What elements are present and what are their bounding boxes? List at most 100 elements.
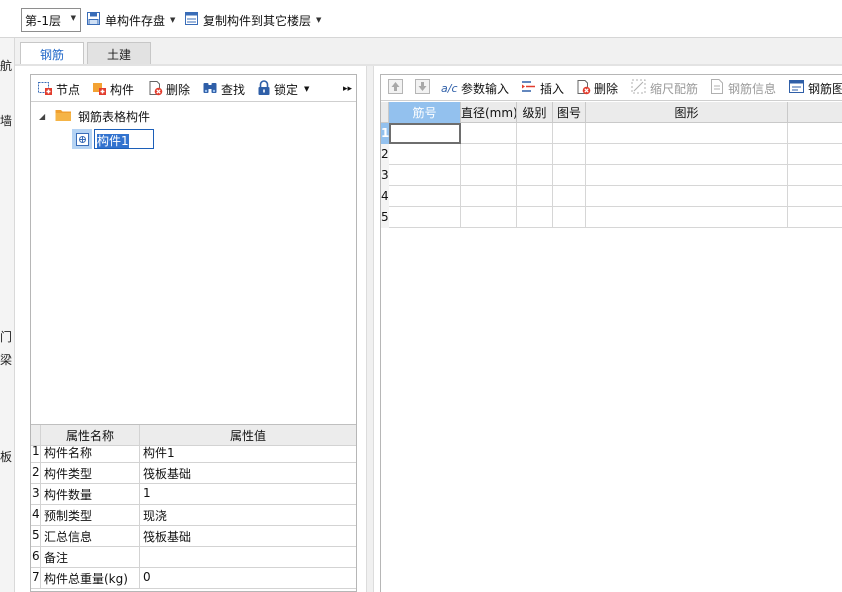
delete-icon	[575, 79, 591, 98]
property-value[interactable]: 1	[139, 484, 356, 504]
row-number: 2	[32, 465, 40, 479]
col-header-grade[interactable]: 级别	[517, 102, 553, 123]
delete-component-button[interactable]: 删除	[147, 80, 190, 98]
cell-rebar-no[interactable]	[389, 165, 461, 186]
copy-to-other-floors-button[interactable]: 复制构件到其它楼层 ▼	[184, 10, 321, 30]
nav-item-slab[interactable]: 板	[0, 448, 14, 465]
nav-char-nav: 航	[0, 59, 13, 73]
property-grid: 属性名称 属性值 1 构件名称 构件1 2 构件类型 筏板基础 3 构件数量 1…	[31, 424, 356, 591]
component-node-icon	[72, 129, 92, 149]
more-tools-button[interactable]: ▸▸	[343, 80, 352, 98]
panel-splitter[interactable]	[366, 66, 374, 592]
property-value[interactable]: 0	[139, 568, 356, 588]
table-row[interactable]: 5	[381, 207, 842, 228]
rebar-table-panel: a/c 参数输入 插入 删除 缩尺配筋 钢筋信息 钢筋图 筋号 直径(mm) 级…	[380, 74, 842, 592]
property-row[interactable]: 3 构件数量 1	[31, 484, 356, 505]
cell-rebar-no[interactable]	[389, 207, 461, 228]
cell-diameter[interactable]	[461, 144, 517, 165]
rebar-library-button[interactable]: 钢筋图	[789, 79, 842, 97]
col-header-shape-no[interactable]: 图号	[553, 102, 586, 123]
row-number: 3	[381, 165, 389, 186]
move-up-button[interactable]	[388, 79, 403, 97]
rebar-grid-header: 筋号 直径(mm) 级别 图号 图形	[381, 102, 842, 123]
cell-grade[interactable]	[517, 186, 553, 207]
folder-icon	[55, 108, 72, 125]
lock-button[interactable]: 锁定 ▼	[257, 79, 309, 98]
col-header-rebar-no[interactable]: 筋号	[389, 102, 461, 123]
cell-rebar-no[interactable]	[389, 144, 461, 165]
tab-rebar[interactable]: 钢筋	[20, 42, 84, 66]
save-component-icon	[86, 11, 101, 29]
cell-diameter[interactable]	[461, 207, 517, 228]
col-header-diameter[interactable]: 直径(mm)	[461, 102, 517, 123]
param-input-button[interactable]: a/c 参数输入	[441, 79, 509, 97]
delete-row-button[interactable]: 删除	[575, 79, 618, 97]
rebar-info-button[interactable]: 钢筋信息	[710, 79, 776, 97]
component-name-value: 构件1	[97, 134, 129, 148]
property-name: 构件名称	[40, 442, 139, 462]
cell-grade[interactable]	[517, 144, 553, 165]
cell-shape[interactable]	[586, 123, 788, 144]
property-name: 构件类型	[40, 463, 139, 483]
property-row[interactable]: 5 汇总信息 筏板基础	[31, 526, 356, 547]
table-row[interactable]: 4	[381, 186, 842, 207]
document-icon	[710, 79, 724, 97]
cell-shape-no[interactable]	[553, 144, 586, 165]
cell-diameter[interactable]	[461, 186, 517, 207]
top-toolbar: 第-1层 ▼ 单构件存盘 ▼ 复制构件到其它楼层 ▼	[0, 0, 842, 38]
navigator-strip[interactable]: 1层 航 墙 门 梁 板	[0, 0, 15, 592]
add-component-button[interactable]: 构件	[91, 80, 134, 98]
floor-select[interactable]: 第-1层 ▼	[21, 8, 81, 32]
cell-rebar-no[interactable]	[389, 186, 461, 207]
rebar-library-icon	[789, 79, 804, 97]
col-header-shape[interactable]: 图形	[586, 102, 788, 123]
cell-rebar-no[interactable]	[389, 123, 461, 144]
scale-rebar-button[interactable]: 缩尺配筋	[631, 79, 698, 97]
cell-shape-no[interactable]	[553, 165, 586, 186]
property-name: 预制类型	[40, 505, 139, 525]
property-row[interactable]: 2 构件类型 筏板基础	[31, 463, 356, 484]
tree-root-node[interactable]: ◢ 钢筋表格构件	[39, 108, 150, 125]
property-value[interactable]: 筏板基础	[139, 463, 356, 483]
component-name-input[interactable]: 构件1	[94, 129, 154, 149]
property-value[interactable]	[139, 547, 356, 567]
expand-triangle-icon[interactable]: ◢	[39, 112, 53, 121]
add-node-button[interactable]: 节点	[37, 80, 80, 98]
cell-grade[interactable]	[517, 207, 553, 228]
move-down-button[interactable]	[415, 79, 430, 97]
cell-diameter[interactable]	[461, 165, 517, 186]
cell-shape[interactable]	[586, 207, 788, 228]
property-row[interactable]: 4 预制类型 现浇	[31, 505, 356, 526]
cell-grade[interactable]	[517, 123, 553, 144]
table-row[interactable]: 3	[381, 165, 842, 186]
table-row[interactable]: 2	[381, 144, 842, 165]
floor-select-value: 第-1层	[25, 14, 61, 28]
property-row[interactable]: 7 构件总重量(kg) 0	[31, 568, 356, 589]
cell-grade[interactable]	[517, 165, 553, 186]
property-row[interactable]: 6 备注	[31, 547, 356, 568]
table-row[interactable]: 1	[381, 123, 842, 144]
property-value[interactable]: 构件1	[139, 442, 356, 462]
find-button[interactable]: 查找	[202, 80, 245, 98]
insert-row-button[interactable]: 插入	[521, 79, 564, 97]
cell-shape[interactable]	[586, 165, 788, 186]
tree-child-node[interactable]: 构件1	[72, 129, 154, 149]
component-toolbar: 节点 构件 删除 查找 锁定 ▼ ▸▸	[31, 75, 356, 102]
property-value[interactable]: 筏板基础	[139, 526, 356, 546]
delete-row-label: 删除	[594, 81, 619, 96]
cell-shape[interactable]	[586, 144, 788, 165]
cell-shape-no[interactable]	[553, 123, 586, 144]
cell-shape-no[interactable]	[553, 186, 586, 207]
property-row[interactable]: 1 构件名称 构件1	[31, 442, 356, 463]
component-panel: 节点 构件 删除 查找 锁定 ▼ ▸▸ ◢ 钢筋表格构件 构件1 属性名称 属性…	[30, 74, 357, 592]
cell-diameter[interactable]	[461, 123, 517, 144]
tab-civil[interactable]: 土建	[87, 42, 151, 65]
save-single-component-button[interactable]: 单构件存盘 ▼	[86, 10, 175, 30]
cell-shape[interactable]	[586, 186, 788, 207]
save-single-label: 单构件存盘	[105, 13, 166, 28]
nav-item-beam[interactable]: 梁	[0, 351, 14, 368]
cell-shape-no[interactable]	[553, 207, 586, 228]
nav-item-door[interactable]: 门	[0, 328, 14, 345]
property-value[interactable]: 现浇	[139, 505, 356, 525]
nav-item-wall[interactable]: 墙	[0, 112, 14, 129]
